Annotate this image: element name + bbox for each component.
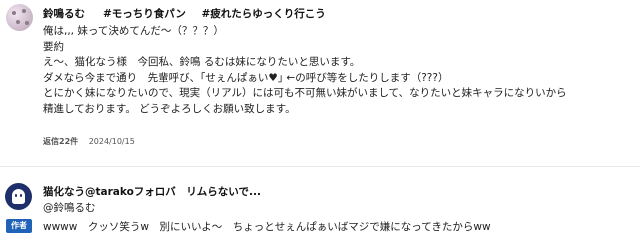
comment-item: 鈴鳴るむ #モっちり食パン #疲れたらゆっくり行こう 俺は,,, 妹って決めてん… xyxy=(0,0,640,160)
reply-count-link[interactable]: 返信22件 xyxy=(43,137,78,146)
author-badge: 作者 xyxy=(6,219,32,233)
comment-line: とにかく妹になりたいので、現実（リアル）には可も不可無い妹がいまして、なりたいと… xyxy=(43,87,567,100)
comment-line: え〜、猫化なう様 今回私、鈴鳴 るむは妹になりたいと思います。 xyxy=(43,56,361,69)
comment-body: wwww クッソ笑うw 別にいいよ〜 ちょっとせぇんぱぁいばマジで嫌になってきた… xyxy=(43,221,491,233)
comment-line: 要約 xyxy=(43,40,64,53)
comment-line: ダメなら今まで通り 先輩呼び、｢せぇんぱぁい♥｣ ←の呼び等をしたりします（??… xyxy=(43,71,449,84)
comment-body: 俺は,,, 妹って決めてんだ〜（？？？） 要約 え〜、猫化なう様 今回私、鈴鳴 … xyxy=(43,24,567,118)
tag-label: #疲れたらゆっくり行こう xyxy=(201,8,326,20)
avatar[interactable] xyxy=(5,183,32,210)
mention-link[interactable]: @鈴鳴るむ xyxy=(43,200,96,215)
author-tags: #モっちり食パン #疲れたらゆっくり行こう xyxy=(103,6,338,21)
comment-line: 俺は,,, 妹って決めてんだ〜（？？？） xyxy=(43,25,224,37)
ghost-icon xyxy=(12,189,25,204)
tag-label: #モっちり食パン xyxy=(103,8,186,20)
comment-line: 精進しております。 どうぞよろしくお願い致します。 xyxy=(43,102,296,115)
comment-date: 2024/10/15 xyxy=(88,137,135,146)
divider xyxy=(0,166,640,167)
comment-author[interactable]: 鈴鳴るむ xyxy=(43,6,85,21)
comment-author[interactable]: 猫化なう@tarakoフォロバ リムらないで... xyxy=(43,184,261,199)
comment-meta: 返信22件 2024/10/15 xyxy=(43,136,135,147)
avatar[interactable] xyxy=(6,4,33,31)
